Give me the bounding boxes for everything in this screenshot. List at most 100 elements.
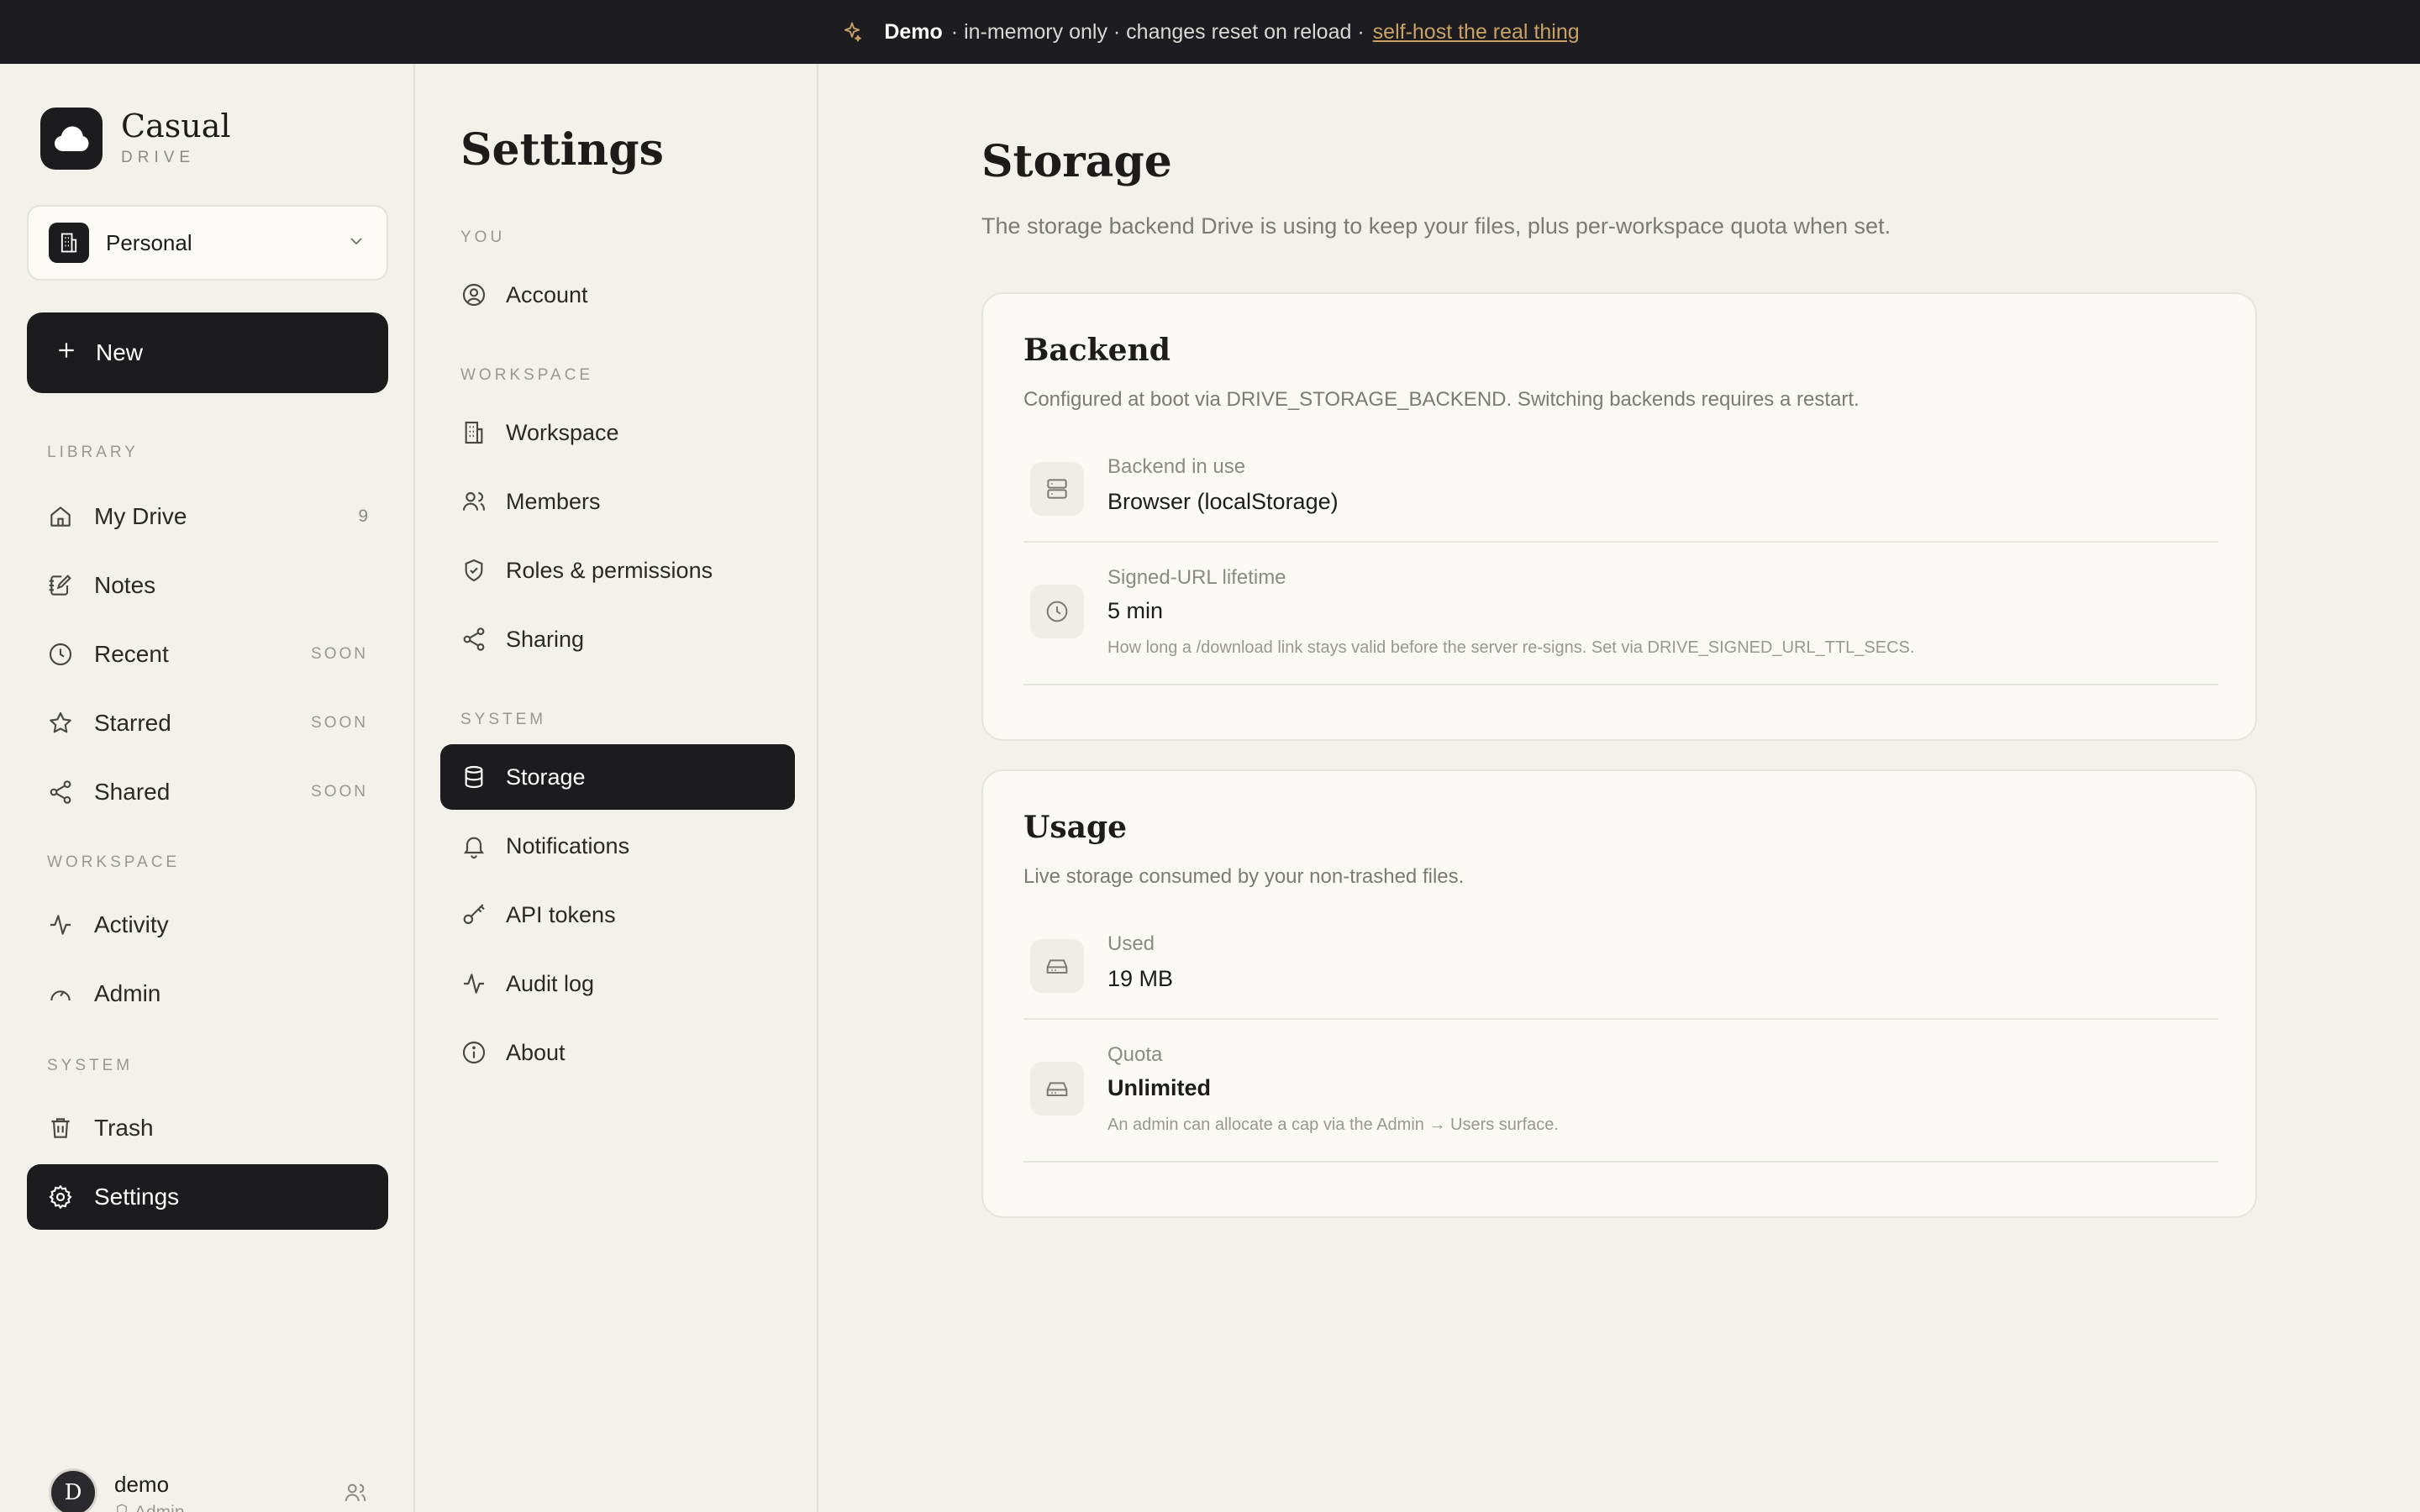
hard-drive-icon bbox=[1030, 939, 1084, 993]
settings-title: Settings bbox=[460, 124, 664, 176]
settings-item-api-tokens[interactable]: API tokens bbox=[440, 882, 795, 948]
key-icon bbox=[460, 901, 487, 928]
library-section-label: LIBRARY bbox=[47, 444, 139, 461]
main-content: Storage The storage backend Drive is usi… bbox=[820, 64, 2420, 1512]
usage-card: Usage Live storage consumed by your non-… bbox=[981, 769, 2257, 1218]
row-value: 5 min bbox=[1107, 598, 1164, 623]
star-icon bbox=[47, 710, 74, 737]
avatar: D bbox=[49, 1468, 97, 1512]
demo-note: · in-memory only · changes reset on relo… bbox=[950, 19, 1365, 44]
page-description: The storage backend Drive is using to ke… bbox=[981, 213, 1891, 239]
sidebar-item-label: Notes bbox=[94, 572, 156, 598]
brand[interactable]: Casual DRIVE bbox=[40, 108, 231, 170]
sidebar-item-starred[interactable]: Starred SOON bbox=[27, 690, 388, 756]
gear-icon bbox=[47, 1184, 74, 1210]
brand-name: Casual bbox=[121, 108, 231, 144]
clock-icon bbox=[47, 641, 74, 668]
sidebar-item-shared[interactable]: Shared SOON bbox=[27, 759, 388, 825]
soon-tag: SOON bbox=[311, 714, 368, 732]
shield-icon bbox=[114, 1503, 129, 1512]
used-row: Used 19 MB bbox=[1023, 916, 2218, 1020]
card-description: Live storage consumed by your non-trashe… bbox=[1023, 865, 1465, 888]
new-button-label: New bbox=[96, 339, 144, 365]
cloud-logo-icon bbox=[40, 108, 103, 170]
settings-item-label: Sharing bbox=[506, 626, 585, 652]
settings-item-about[interactable]: About bbox=[440, 1020, 795, 1085]
brand-subtitle: DRIVE bbox=[121, 149, 196, 166]
user-role: Admin bbox=[114, 1503, 185, 1512]
signed-url-lifetime-row: Signed-URL lifetime 5 min How long a /do… bbox=[1023, 543, 2218, 685]
settings-item-label: Account bbox=[506, 281, 588, 307]
sidebar-item-recent[interactable]: Recent SOON bbox=[27, 622, 388, 687]
card-title: Backend bbox=[1023, 333, 1171, 368]
self-host-link[interactable]: self-host the real thing bbox=[1373, 20, 1580, 45]
share-icon bbox=[460, 626, 487, 653]
sidebar-item-admin[interactable]: Admin bbox=[27, 961, 388, 1026]
settings-item-account[interactable]: Account bbox=[440, 262, 795, 328]
demo-label: Demo bbox=[884, 19, 943, 44]
sidebar-item-label: Recent bbox=[94, 641, 169, 667]
sidebar-item-notes[interactable]: Notes bbox=[27, 553, 388, 618]
sidebar-item-label: My Drive bbox=[94, 503, 187, 529]
system-section-label: SYSTEM bbox=[460, 711, 547, 728]
gauge-icon bbox=[47, 980, 74, 1007]
trash-icon bbox=[47, 1115, 74, 1142]
building-icon bbox=[460, 419, 487, 446]
user-role-label: Admin bbox=[134, 1503, 185, 1512]
workspace-selector[interactable]: Personal bbox=[27, 205, 388, 281]
hard-drive-icon bbox=[1030, 1062, 1084, 1116]
settings-item-storage[interactable]: Storage bbox=[440, 744, 795, 810]
row-value: 19 MB bbox=[1107, 966, 1174, 991]
settings-item-audit-log[interactable]: Audit log bbox=[440, 951, 795, 1016]
sidebar-item-settings[interactable]: Settings bbox=[27, 1164, 388, 1230]
quota-row: Quota Unlimited An admin can allocate a … bbox=[1023, 1020, 2218, 1163]
settings-item-label: Audit log bbox=[506, 970, 595, 996]
backend-card: Backend Configured at boot via DRIVE_STO… bbox=[981, 292, 2257, 741]
server-icon bbox=[1030, 462, 1084, 516]
system-section-label: SYSTEM bbox=[47, 1057, 134, 1074]
settings-item-workspace[interactable]: Workspace bbox=[440, 400, 795, 465]
sidebar-item-label: Trash bbox=[94, 1115, 154, 1141]
plus-icon bbox=[55, 339, 77, 367]
sidebar-item-my-drive[interactable]: My Drive 9 bbox=[27, 484, 388, 549]
workspace-section-label: WORKSPACE bbox=[460, 366, 594, 384]
settings-item-label: Workspace bbox=[506, 419, 619, 445]
row-label: Backend in use bbox=[1107, 455, 1246, 478]
settings-item-notifications[interactable]: Notifications bbox=[440, 813, 795, 879]
user-profile[interactable]: D demo Admin bbox=[49, 1468, 185, 1512]
sidebar-item-label: Starred bbox=[94, 710, 171, 736]
row-label: Signed-URL lifetime bbox=[1107, 566, 1286, 589]
user-name: demo bbox=[114, 1472, 170, 1497]
settings-item-label: Notifications bbox=[506, 832, 630, 858]
settings-item-label: API tokens bbox=[506, 901, 616, 927]
notebook-pen-icon bbox=[47, 572, 74, 599]
settings-item-members[interactable]: Members bbox=[440, 469, 795, 534]
users-icon[interactable] bbox=[343, 1480, 368, 1509]
settings-item-label: About bbox=[506, 1039, 566, 1065]
sidebar-item-label: Shared bbox=[94, 779, 171, 805]
settings-item-roles-permissions[interactable]: Roles & permissions bbox=[440, 538, 795, 603]
sidebar: Casual DRIVE Personal New LIBRARY My Dri… bbox=[0, 64, 415, 1512]
sidebar-item-trash[interactable]: Trash bbox=[27, 1095, 388, 1161]
home-icon bbox=[47, 503, 74, 530]
sidebar-item-label: Activity bbox=[94, 911, 169, 937]
settings-item-label: Roles & permissions bbox=[506, 557, 713, 583]
new-button[interactable]: New bbox=[27, 312, 388, 393]
shield-check-icon bbox=[460, 557, 487, 584]
sidebar-item-activity[interactable]: Activity bbox=[27, 892, 388, 958]
soon-tag: SOON bbox=[311, 783, 368, 801]
share-icon bbox=[47, 779, 74, 806]
row-label: Quota bbox=[1107, 1043, 1163, 1066]
info-icon bbox=[460, 1039, 487, 1066]
database-icon bbox=[460, 764, 487, 790]
row-note: An admin can allocate a cap via the Admi… bbox=[1107, 1116, 1559, 1134]
settings-item-sharing[interactable]: Sharing bbox=[440, 606, 795, 672]
card-title: Usage bbox=[1023, 810, 1128, 845]
settings-nav: Settings YOU Account WORKSPACE Workspace… bbox=[417, 64, 818, 1512]
row-value: Browser (localStorage) bbox=[1107, 489, 1339, 514]
workspace-section-label: WORKSPACE bbox=[47, 853, 181, 871]
workspace-selector-value: Personal bbox=[106, 229, 192, 255]
you-section-label: YOU bbox=[460, 228, 506, 246]
settings-item-label: Members bbox=[506, 488, 601, 514]
row-label: Used bbox=[1107, 932, 1155, 955]
